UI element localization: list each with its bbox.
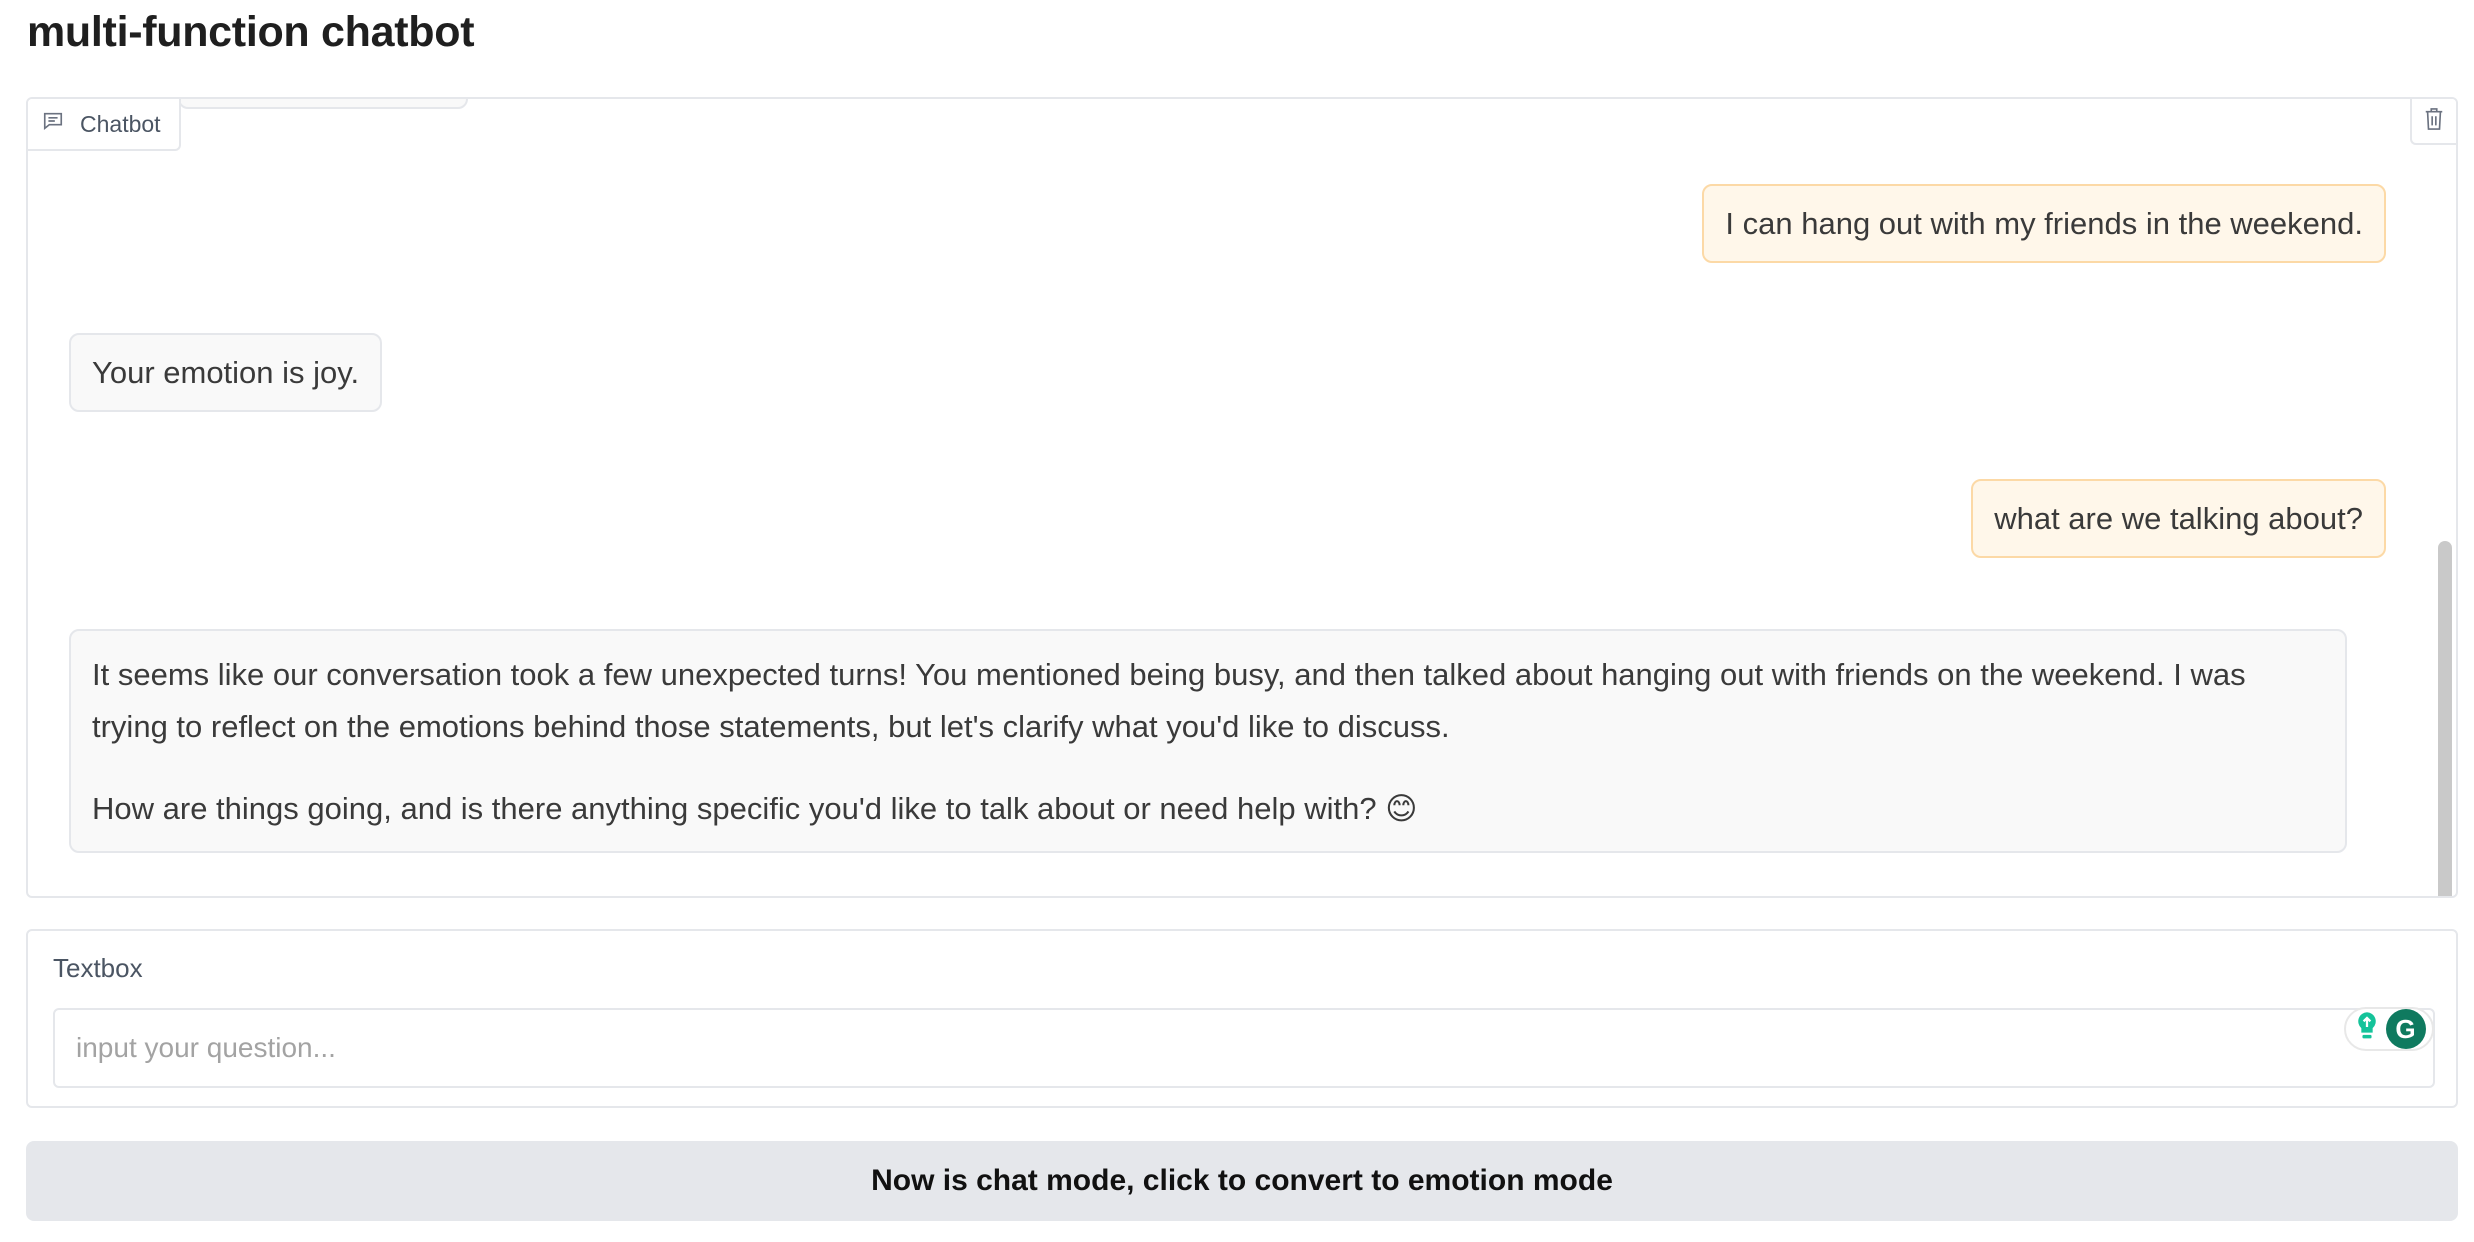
message-text: I can hang out with my friends in the we… [1725,205,2363,241]
chatbot-panel: Chatbot I can hang out with my friends i… [26,97,2458,898]
chatbot-label-text: Chatbot [80,110,161,137]
message-text: what are we talking about? [1994,500,2363,536]
scrollbar-thumb[interactable] [2438,541,2452,896]
lightbulb-icon[interactable] [2353,1010,2381,1049]
page-title: multi-function chatbot [27,8,475,56]
mode-toggle-button[interactable]: Now is chat mode, click to convert to em… [26,1141,2458,1221]
chat-bubble-icon [42,110,64,138]
grammarly-icon[interactable]: G [2385,1009,2426,1049]
bot-message: Your emotion is joy. [69,333,383,412]
textbox-panel: Textbox G [26,929,2458,1108]
textbox-label: Textbox [53,953,143,983]
message-paragraph: How are things going, and is there anyth… [92,791,1418,826]
clear-chat-button[interactable] [2410,99,2456,145]
user-message: I can hang out with my friends in the we… [1702,184,2386,263]
bot-message: It seems like our conversation took a fe… [69,629,2347,853]
message-text: Your emotion is joy. [92,354,360,390]
chatbot-label: Chatbot [28,99,181,151]
question-input[interactable] [53,1008,2435,1088]
message-paragraph: It seems like our conversation took a fe… [92,657,2246,744]
grammarly-widget[interactable]: G [2344,1007,2434,1051]
trash-icon [2423,107,2445,136]
user-message: what are we talking about? [1971,479,2386,558]
chat-scrollbar[interactable] [2438,139,2452,896]
previous-message-bubble [178,99,468,109]
